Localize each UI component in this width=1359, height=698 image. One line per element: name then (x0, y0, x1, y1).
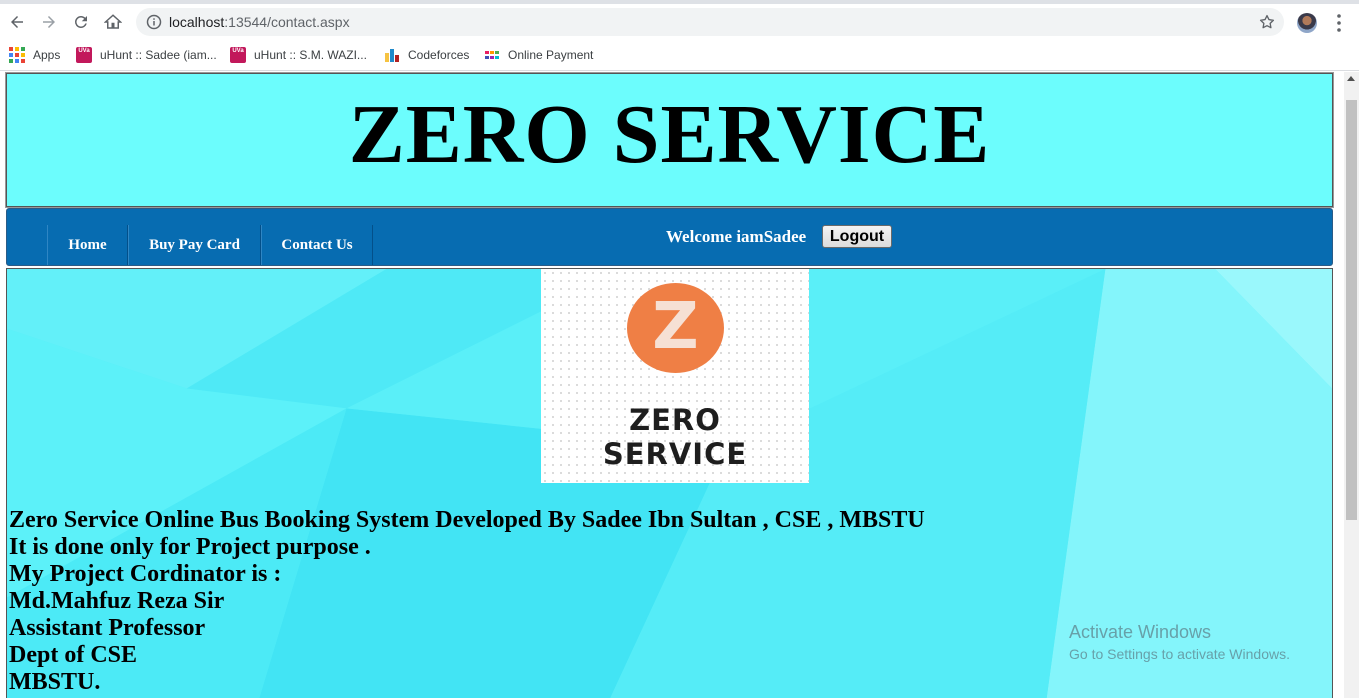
bookmark-label: uHunt :: Sadee (iam... (100, 48, 217, 62)
uva-icon: UVa (230, 47, 246, 63)
logo-word-service: SERVICE (602, 437, 748, 471)
uva-icon: UVa (76, 47, 92, 63)
reload-icon (74, 15, 87, 28)
nav-home[interactable]: Home (47, 225, 128, 265)
logo-circle: Z (627, 283, 724, 373)
info-line: Zero Service Online Bus Booking System D… (9, 507, 925, 533)
bookmark-online-payment[interactable]: Online Payment (484, 46, 593, 64)
address-bar[interactable]: localhost:13544/contact.aspx (136, 8, 1284, 36)
page-viewport: ZERO SERVICE Home Buy Pay Card Contact U… (0, 72, 1344, 698)
bookmark-apps[interactable]: Apps (9, 46, 60, 64)
site-header: ZERO SERVICE (5, 72, 1334, 208)
bookmark-label: Online Payment (508, 48, 594, 62)
bookmark-uhunt-wazi[interactable]: UVa uHunt :: S.M. WAZI... (230, 46, 367, 64)
reload-button[interactable] (69, 10, 93, 34)
nav-contact-us[interactable]: Contact Us (261, 225, 373, 265)
watermark-title: Activate Windows (1069, 622, 1212, 642)
page-scrollbar[interactable] (1344, 72, 1359, 698)
zero-service-logo: Z ZERO SERVICE (541, 269, 809, 483)
info-line: MBSTU. (9, 669, 101, 695)
info-line: It is done only for Project purpose . (9, 534, 371, 560)
activate-windows-watermark: Activate Windows Go to Settings to activ… (1069, 621, 1290, 664)
bookmark-label: uHunt :: S.M. WAZI... (254, 48, 367, 62)
content-panel: Z ZERO SERVICE Zero Service Online Bus B… (6, 268, 1333, 698)
logout-button[interactable]: Logout (822, 225, 892, 248)
back-arrow-icon (11, 16, 23, 28)
url-text: localhost:13544/contact.aspx (169, 14, 350, 30)
bookmark-label: Apps (33, 48, 61, 62)
info-line: My Project Cordinator is : (9, 561, 282, 587)
bookmark-uhunt-sadee[interactable]: UVa uHunt :: Sadee (iam... (76, 46, 217, 64)
home-icon (104, 14, 122, 29)
browser-toolbar: localhost:13544/contact.aspx (0, 4, 1359, 40)
welcome-text: Welcome iamSadee (666, 227, 807, 246)
forward-button[interactable] (37, 10, 61, 34)
watermark-subtitle: Go to Settings to activate Windows. (1069, 646, 1290, 662)
scroll-up-arrow-icon[interactable] (1347, 76, 1355, 81)
main-navbar: Home Buy Pay Card Contact Us Welcome iam… (6, 208, 1333, 266)
info-line: Assistant Professor (9, 615, 206, 641)
bookmark-star-icon[interactable] (1258, 13, 1276, 31)
info-line: Md.Mahfuz Reza Sir (9, 588, 225, 614)
apps-grid-icon (9, 47, 25, 63)
logo-letter: Z (652, 290, 699, 364)
info-icon[interactable] (146, 14, 162, 30)
more-menu-icon[interactable] (1331, 12, 1347, 34)
profile-avatar[interactable] (1297, 13, 1317, 33)
codeforces-icon (385, 49, 399, 62)
info-line: Dept of CSE (9, 642, 138, 668)
payment-icon (485, 51, 499, 59)
contact-info: Zero Service Online Bus Booking System D… (9, 507, 925, 696)
bookmark-label: Codeforces (408, 48, 470, 62)
logo-word-zero: ZERO (629, 403, 721, 437)
forward-arrow-icon (43, 16, 55, 28)
bookmarks-bar: Apps UVa uHunt :: Sadee (iam... UVa uHun… (0, 40, 1359, 71)
nav-buy-pay-card[interactable]: Buy Pay Card (128, 225, 261, 265)
site-title: ZERO SERVICE (348, 88, 991, 181)
bookmark-codeforces[interactable]: Codeforces (384, 46, 469, 64)
home-button[interactable] (101, 10, 125, 34)
scrollbar-thumb[interactable] (1346, 100, 1357, 520)
back-button[interactable] (5, 10, 29, 34)
